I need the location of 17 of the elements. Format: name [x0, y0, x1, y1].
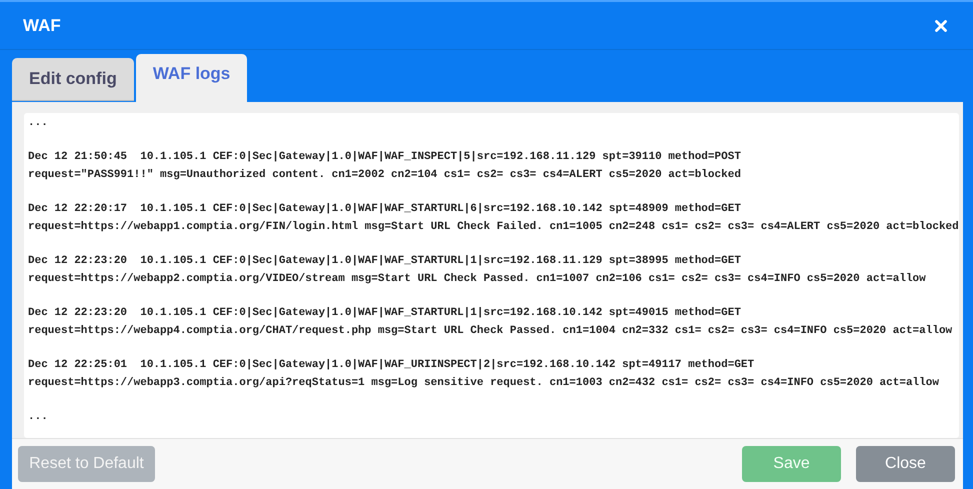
- tab[interactable]: WAF logs: [136, 54, 248, 102]
- log-line: Dec 12 21:50:45 10.1.105.1 CEF:0|Sec|Gateway|1.0|WAF|WAF_INSPECT|5|src=192.168.11.129 spt=39110 method=POST: [28, 150, 742, 165]
- log-line: request=https://webapp2.comptia.org/VIDEO/stream msg=Start URL Check Passed. cn1=1007 cn2=106 cs1= cs2= cs3= cs4=INFO cs5=2020 act=allow: [28, 272, 927, 287]
- window-title: WAF: [23, 14, 61, 37]
- log-line: request="PASS991!!" msg=Unauthorized content. cn1=2002 cn2=104 cs1= cs2= cs3= cs4=ALERT cs5=2020 act=blocked: [28, 168, 742, 183]
- log-line: request=https://webapp3.comptia.org/api?reqStatus=1 msg=Log sensitive request. cn1=1003 cn2=432 cs1= cs2= cs3= cs4=INFO cs5=2020 act=allow: [28, 376, 940, 391]
- footer-button[interactable]: Close: [856, 446, 955, 482]
- log-line: ...: [28, 116, 49, 131]
- close-icon[interactable]: [935, 20, 947, 32]
- log-line: Dec 12 22:20:17 10.1.105.1 CEF:0|Sec|Gateway|1.0|WAF|WAF_STARTURL|6|src=192.168.10.142 spt=48909 method=GET: [28, 202, 742, 217]
- log-line: Dec 12 22:23:20 10.1.105.1 CEF:0|Sec|Gateway|1.0|WAF|WAF_STARTURL|1|src=192.168.11.129 spt=38995 method=GET: [28, 254, 742, 269]
- tab[interactable]: Edit config: [12, 58, 134, 101]
- log-line: Dec 12 22:25:01 10.1.105.1 CEF:0|Sec|Gateway|1.0|WAF|WAF_URIINSPECT|2|src=192.168.10.142 spt=49117 method=GET: [28, 358, 756, 373]
- log-line: ...: [28, 410, 49, 425]
- log-line: request=https://webapp1.comptia.org/FIN/login.html msg=Start URL Check Failed. cn1=1005 cn2=248 cs1= cs2= cs3= cs4=ALERT cs5=2020 act=blocked: [28, 220, 959, 235]
- log-line: request=https://webapp4.comptia.org/CHAT/request.php msg=Start URL Check Passed. cn1=1004 cn2=332 cs1= cs2= cs3= cs4=INFO cs5=2020 act=allow: [28, 324, 954, 339]
- log-line: Dec 12 22:23:20 10.1.105.1 CEF:0|Sec|Gateway|1.0|WAF|WAF_STARTURL|1|src=192.168.10.142 spt=49015 method=GET: [28, 306, 742, 321]
